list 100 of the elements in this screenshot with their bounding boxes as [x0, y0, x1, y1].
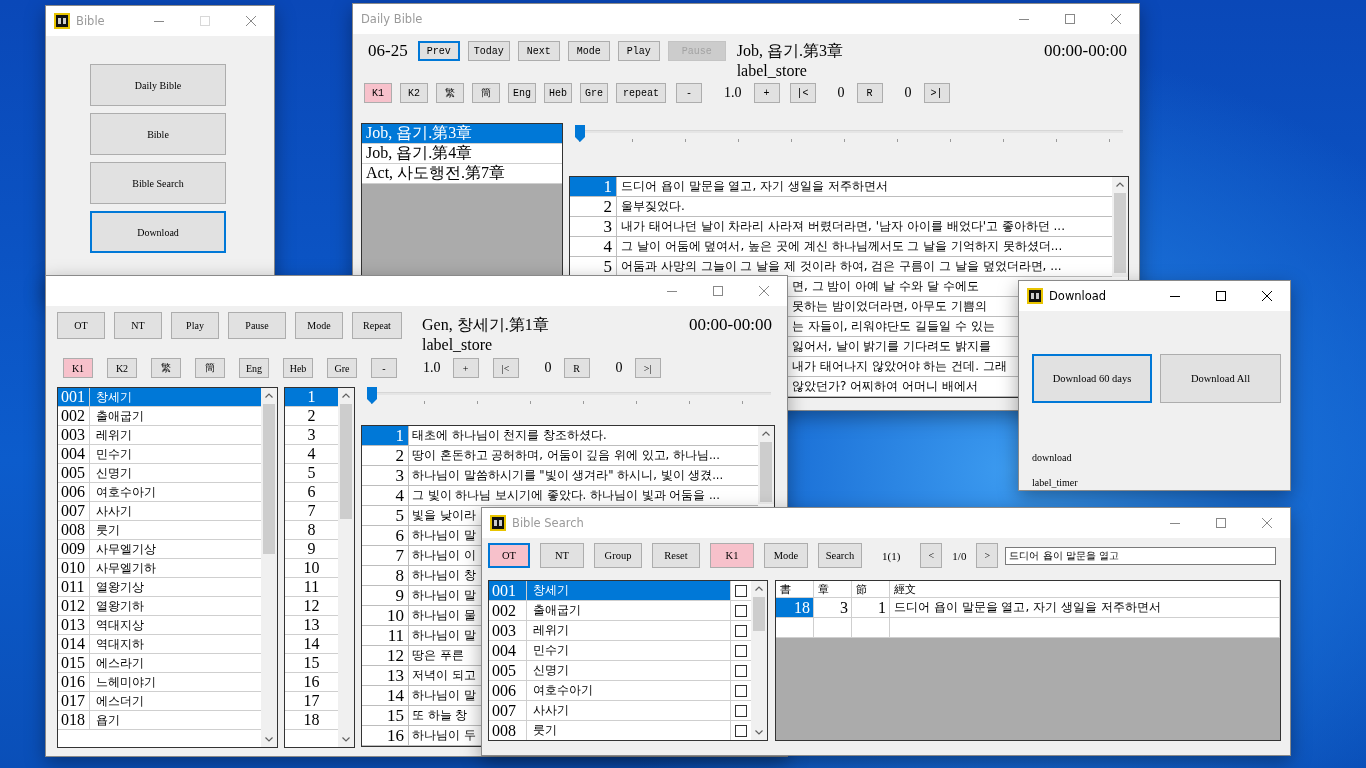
chapter-item[interactable]: 14: [285, 635, 338, 654]
toolbar-button[interactable]: Play: [171, 312, 219, 339]
book-item[interactable]: 001 창세기: [58, 388, 261, 407]
book-item[interactable]: 003 레위기: [58, 426, 261, 445]
toolbar-button[interactable]: Prev: [417, 41, 460, 61]
scrollbar[interactable]: [1112, 177, 1128, 277]
checkbox[interactable]: [735, 704, 747, 717]
chapter-item[interactable]: 1: [285, 388, 338, 407]
maximize-icon[interactable]: [1216, 291, 1226, 301]
scrollbar[interactable]: [261, 388, 277, 747]
reading-item[interactable]: Job, 욥기.第3章: [362, 124, 562, 144]
reading-item[interactable]: Job, 욥기.第4章: [362, 144, 562, 164]
book-item[interactable]: 007 사사기: [489, 701, 751, 721]
scrollbar[interactable]: [338, 388, 354, 747]
book-item[interactable]: 004 민수기: [58, 445, 261, 464]
slider-thumb[interactable]: [367, 387, 377, 404]
checkbox[interactable]: [735, 724, 747, 737]
book-item[interactable]: 016 느헤미야기: [58, 673, 261, 692]
toggle-button[interactable]: K2: [107, 358, 137, 378]
toolbar-button[interactable]: NT: [540, 543, 584, 568]
control-button[interactable]: -: [676, 83, 702, 103]
chapter-item[interactable]: 4: [285, 445, 338, 464]
scroll-thumb[interactable]: [340, 404, 352, 519]
book-item[interactable]: 013 역대지상: [58, 616, 261, 635]
checkbox[interactable]: [735, 644, 747, 657]
book-item[interactable]: 002 출애굽기: [489, 601, 751, 621]
next-button[interactable]: >: [976, 543, 999, 568]
toggle-button[interactable]: Eng: [239, 358, 269, 378]
toolbar-button[interactable]: NT: [114, 312, 162, 339]
book-item[interactable]: 003 레위기: [489, 621, 751, 641]
toggle-button[interactable]: 繁: [436, 83, 464, 103]
control-button[interactable]: -: [371, 358, 397, 378]
control-button[interactable]: >|: [923, 83, 950, 103]
chapter-item[interactable]: 13: [285, 616, 338, 635]
control-button[interactable]: |<: [492, 358, 519, 378]
toggle-button[interactable]: K1: [63, 358, 93, 378]
control-button[interactable]: +: [753, 83, 780, 103]
download-button[interactable]: Download All: [1160, 354, 1281, 403]
slider-thumb[interactable]: [575, 125, 585, 142]
scroll-thumb[interactable]: [263, 404, 275, 554]
control-button[interactable]: +: [452, 358, 479, 378]
chapter-item[interactable]: 10: [285, 559, 338, 578]
chapter-item[interactable]: 18: [285, 711, 338, 730]
menu-button[interactable]: Bible: [90, 113, 226, 155]
toolbar-button[interactable]: Next: [517, 41, 560, 61]
book-item[interactable]: 002 출애굽기: [58, 407, 261, 426]
close-icon[interactable]: [1262, 291, 1272, 301]
chapter-item[interactable]: 17: [285, 692, 338, 711]
toolbar-button[interactable]: Play: [617, 41, 660, 61]
toolbar-button[interactable]: Reset: [652, 543, 700, 568]
toolbar-button[interactable]: Mode: [764, 543, 808, 568]
book-item[interactable]: 005 신명기: [58, 464, 261, 483]
book-item[interactable]: 005 신명기: [489, 661, 751, 681]
book-item[interactable]: 004 민수기: [489, 641, 751, 661]
scroll-thumb[interactable]: [760, 442, 772, 502]
book-item[interactable]: 010 사무엘기하: [58, 559, 261, 578]
book-item[interactable]: 006 여호수아기: [58, 483, 261, 502]
control-button[interactable]: |<: [789, 83, 816, 103]
menu-button[interactable]: Daily Bible: [90, 64, 226, 106]
chapter-item[interactable]: 16: [285, 673, 338, 692]
control-button[interactable]: R: [563, 358, 590, 378]
chapter-item[interactable]: 8: [285, 521, 338, 540]
chapter-item[interactable]: 7: [285, 502, 338, 521]
chapter-item[interactable]: 12: [285, 597, 338, 616]
checkbox[interactable]: [735, 624, 747, 637]
toggle-button[interactable]: Heb: [544, 83, 572, 103]
toggle-button[interactable]: Heb: [283, 358, 313, 378]
chapter-item[interactable]: 9: [285, 540, 338, 559]
chapter-item[interactable]: 5: [285, 464, 338, 483]
checkbox[interactable]: [735, 664, 747, 677]
toggle-button[interactable]: K1: [364, 83, 392, 103]
book-item[interactable]: 017 에스더기: [58, 692, 261, 711]
scroll-thumb[interactable]: [1114, 193, 1126, 273]
toggle-button[interactable]: K2: [400, 83, 428, 103]
checkbox[interactable]: [735, 604, 747, 617]
slider[interactable]: [575, 125, 1123, 143]
toggle-button[interactable]: Gre: [327, 358, 357, 378]
chapter-item[interactable]: 15: [285, 654, 338, 673]
toolbar-button[interactable]: Today: [467, 41, 510, 61]
chapter-item[interactable]: 2: [285, 407, 338, 426]
menu-button[interactable]: Bible Search: [90, 162, 226, 204]
toolbar-button[interactable]: Mode: [567, 41, 610, 61]
checkbox[interactable]: [735, 584, 747, 597]
book-item[interactable]: 001 창세기: [489, 581, 751, 601]
chapter-item[interactable]: 3: [285, 426, 338, 445]
toolbar-button[interactable]: Mode: [295, 312, 343, 339]
toggle-button[interactable]: 繁: [151, 358, 181, 378]
book-item[interactable]: 008 룻기: [58, 521, 261, 540]
toolbar-button[interactable]: Pause: [228, 312, 286, 339]
toolbar-button[interactable]: Group: [594, 543, 642, 568]
book-item[interactable]: 015 에스라기: [58, 654, 261, 673]
search-field[interactable]: 드디어 욥이 말문을 열고: [1005, 546, 1277, 565]
slider[interactable]: [367, 387, 771, 405]
book-item[interactable]: 007 사사기: [58, 502, 261, 521]
control-button[interactable]: repeat: [616, 83, 666, 103]
chapter-item[interactable]: 11: [285, 578, 338, 597]
chapter-item[interactable]: 6: [285, 483, 338, 502]
toggle-button[interactable]: 簡: [472, 83, 500, 103]
control-button[interactable]: R: [856, 83, 883, 103]
toggle-button[interactable]: 簡: [195, 358, 225, 378]
